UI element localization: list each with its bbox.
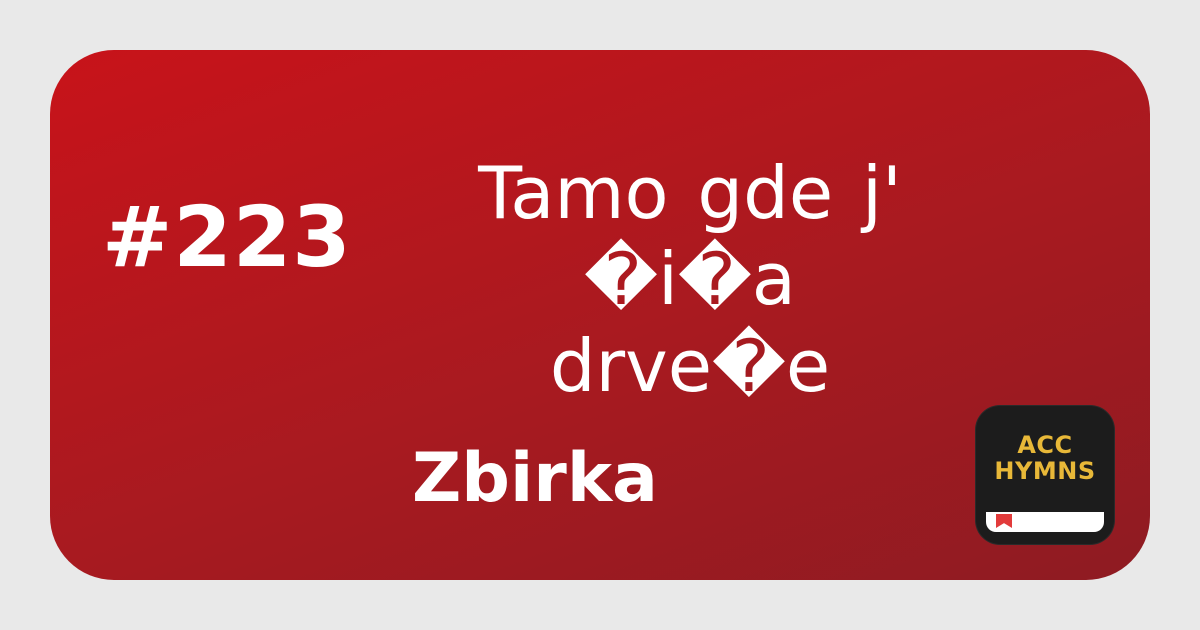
hymn-title: Tamo gde j' �i�a drve�e	[390, 150, 990, 409]
hymn-card: #223 Tamo gde j' �i�a drve�e Zbirka ACC …	[50, 50, 1150, 580]
app-logo-line-1: ACC	[1017, 431, 1073, 459]
hymn-number: #223	[102, 188, 352, 286]
app-logo-text: ACC HYMNS	[976, 432, 1114, 485]
app-logo-line-2: HYMNS	[994, 457, 1096, 486]
collection-name: Zbirka	[412, 439, 658, 518]
page-frame: #223 Tamo gde j' �i�a drve�e Zbirka ACC …	[0, 0, 1200, 630]
hymn-title-line-1: Tamo gde j' �i�a	[478, 151, 902, 322]
app-logo: ACC HYMNS	[976, 406, 1114, 544]
hymn-title-line-2: drve�e	[549, 323, 831, 408]
